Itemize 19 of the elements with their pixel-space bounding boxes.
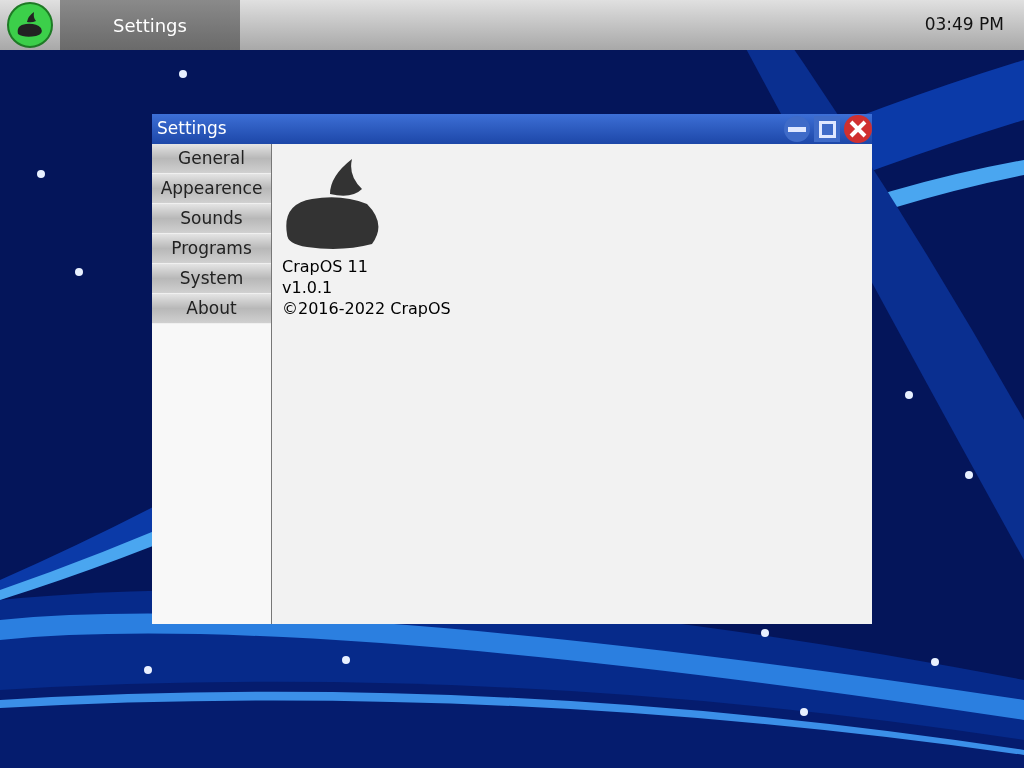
close-button[interactable] bbox=[844, 115, 872, 143]
window-title: Settings bbox=[156, 117, 227, 141]
logo-icon bbox=[6, 1, 54, 49]
sidebar-button[interactable]: About bbox=[152, 294, 271, 324]
sidebar-button[interactable]: Sounds bbox=[152, 204, 271, 234]
sidebar-button[interactable]: General bbox=[152, 144, 271, 174]
maximize-button[interactable] bbox=[814, 116, 840, 142]
about-text: ©2016-2022 CrapOS bbox=[282, 298, 451, 319]
about-text: v1.0.1 bbox=[282, 277, 333, 298]
clock: 03:49 PM bbox=[924, 13, 1005, 37]
sidebar-button[interactable]: Programs bbox=[152, 234, 271, 264]
close-icon bbox=[849, 120, 867, 138]
taskbar-button[interactable]: Settings bbox=[60, 0, 240, 50]
minimize-icon bbox=[788, 126, 806, 132]
about-text: CrapOS 11 bbox=[282, 256, 368, 277]
minimize-button[interactable] bbox=[784, 116, 810, 142]
sidebar-button[interactable]: System bbox=[152, 264, 271, 294]
maximize-icon bbox=[818, 120, 836, 138]
sidebar-button[interactable]: Appearence bbox=[152, 174, 271, 204]
